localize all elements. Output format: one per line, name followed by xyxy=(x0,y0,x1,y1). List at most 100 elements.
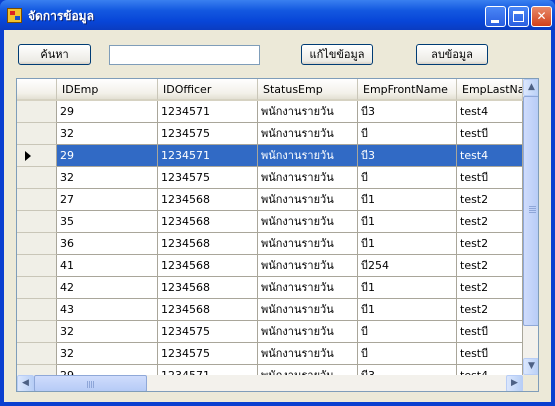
column-header[interactable]: EmpFrontName xyxy=(358,79,457,101)
table-row[interactable]: 32 1234575 พนักงานรายวัน บี testบี xyxy=(17,343,523,365)
column-header[interactable]: IDOfficer xyxy=(158,79,258,101)
table-cell[interactable]: พนักงานรายวัน xyxy=(258,321,358,343)
table-cell[interactable]: 32 xyxy=(57,321,158,343)
title-bar[interactable]: จัดการข้อมูล ✕ xyxy=(0,0,555,30)
table-row[interactable]: 32 1234575 พนักงานรายวัน บี testบี xyxy=(17,321,523,343)
scroll-right-icon[interactable]: ▶ xyxy=(506,375,523,391)
table-cell[interactable]: พนักงานรายวัน xyxy=(258,233,358,255)
table-cell[interactable]: 1234568 xyxy=(158,277,258,299)
table-row[interactable]: 291234571พนักงานรายวันบี3test4 xyxy=(17,101,523,123)
table-cell[interactable]: testบี xyxy=(457,123,523,145)
table-cell[interactable]: พนักงานรายวัน xyxy=(258,189,358,211)
row-header[interactable] xyxy=(17,255,57,277)
horizontal-scrollbar[interactable]: ◀ ▶ xyxy=(17,375,523,391)
table-row[interactable]: 35 1234568 พนักงานรายวัน บี1 test2 xyxy=(17,211,523,233)
table-cell[interactable]: 1234575 xyxy=(158,123,258,145)
table-cell[interactable]: test2 xyxy=(457,255,523,277)
table-cell[interactable]: 29 xyxy=(57,145,158,167)
table-cell[interactable]: บี1 xyxy=(358,189,457,211)
close-button[interactable]: ✕ xyxy=(531,6,552,27)
table-row[interactable]: 42 1234568 พนักงานรายวัน บี1 test2 xyxy=(17,277,523,299)
table-row[interactable]: 43 1234568 พนักงานรายวัน บี1 test2 xyxy=(17,299,523,321)
table-cell[interactable]: พนักงานรายวัน xyxy=(258,299,358,321)
table-cell[interactable]: พนักงานรายวัน xyxy=(258,211,358,233)
table-cell[interactable]: บี1 xyxy=(358,277,457,299)
row-header[interactable] xyxy=(17,233,57,255)
table-cell[interactable]: พนักงานรายวัน xyxy=(258,101,358,123)
table-cell[interactable]: 29 xyxy=(57,101,158,123)
table-row[interactable]: 27 1234568 พนักงานรายวัน บี1 test2 xyxy=(17,189,523,211)
table-cell[interactable]: 36 xyxy=(57,233,158,255)
table-cell[interactable]: 1234575 xyxy=(158,321,258,343)
table-cell[interactable]: 27 xyxy=(57,189,158,211)
horizontal-scroll-thumb[interactable] xyxy=(34,375,147,391)
table-cell[interactable]: test2 xyxy=(457,299,523,321)
vertical-scroll-thumb[interactable] xyxy=(523,96,538,326)
table-cell[interactable]: 32 xyxy=(57,123,158,145)
table-row[interactable]: 291234571พนักงานรายวันบี3test4 xyxy=(17,145,523,167)
table-cell[interactable]: test2 xyxy=(457,189,523,211)
row-header[interactable] xyxy=(17,211,57,233)
table-row[interactable]: 36 1234568 พนักงานรายวัน บี1 test2 xyxy=(17,233,523,255)
minimize-button[interactable] xyxy=(485,6,506,27)
table-cell[interactable]: บี1 xyxy=(358,299,457,321)
table-cell[interactable]: 1234575 xyxy=(158,167,258,189)
table-cell[interactable]: 1234571 xyxy=(158,145,258,167)
table-cell[interactable]: 1234571 xyxy=(158,101,258,123)
table-cell[interactable]: testบี xyxy=(457,167,523,189)
table-cell[interactable]: บี1 xyxy=(358,211,457,233)
table-cell[interactable]: บี xyxy=(358,343,457,365)
table-cell[interactable]: บี xyxy=(358,123,457,145)
table-cell[interactable]: พนักงานรายวัน xyxy=(258,343,358,365)
table-cell[interactable]: บี3 xyxy=(358,145,457,167)
edit-button[interactable]: แก้ไขข้อมูล xyxy=(301,44,373,65)
table-row[interactable]: 32 1234575 พนักงานรายวัน บี testบี xyxy=(17,167,523,189)
row-header[interactable] xyxy=(17,189,57,211)
row-header[interactable] xyxy=(17,343,57,365)
table-cell[interactable]: test2 xyxy=(457,277,523,299)
column-header[interactable]: EmpLastName xyxy=(457,79,523,101)
table-cell[interactable]: 1234568 xyxy=(158,189,258,211)
table-cell[interactable]: test4 xyxy=(457,145,523,167)
table-cell[interactable]: พนักงานรายวัน xyxy=(258,255,358,277)
column-header[interactable]: IDEmp xyxy=(57,79,158,101)
row-header[interactable] xyxy=(17,299,57,321)
table-cell[interactable]: test2 xyxy=(457,233,523,255)
table-cell[interactable]: 41 xyxy=(57,255,158,277)
search-button[interactable]: ค้นหา xyxy=(18,44,91,65)
table-cell[interactable]: 42 xyxy=(57,277,158,299)
row-header[interactable] xyxy=(17,167,57,189)
table-cell[interactable]: 1234568 xyxy=(158,211,258,233)
column-header[interactable]: StatusEmp xyxy=(258,79,358,101)
table-cell[interactable]: บี254 xyxy=(358,255,457,277)
table-cell[interactable]: พนักงานรายวัน xyxy=(258,145,358,167)
table-cell[interactable]: testบี xyxy=(457,343,523,365)
table-cell[interactable]: บี xyxy=(358,167,457,189)
table-cell[interactable]: 32 xyxy=(57,167,158,189)
maximize-button[interactable] xyxy=(508,6,529,27)
table-cell[interactable]: test4 xyxy=(457,101,523,123)
table-cell[interactable]: 32 xyxy=(57,343,158,365)
delete-button[interactable]: ลบข้อมูล xyxy=(416,44,488,65)
table-cell[interactable]: test2 xyxy=(457,211,523,233)
table-cell[interactable]: testบี xyxy=(457,321,523,343)
scroll-left-icon[interactable]: ◀ xyxy=(17,375,34,391)
vertical-scrollbar[interactable]: ▲ ▼ xyxy=(523,79,538,375)
scroll-down-icon[interactable]: ▼ xyxy=(523,358,538,375)
scroll-up-icon[interactable]: ▲ xyxy=(523,79,538,96)
table-row[interactable]: 41 1234568 พนักงานรายวัน บี254 test2 xyxy=(17,255,523,277)
row-header[interactable] xyxy=(17,277,57,299)
search-input[interactable] xyxy=(109,45,260,65)
table-row[interactable]: 32 1234575 พนักงานรายวัน บี testบี xyxy=(17,123,523,145)
table-cell[interactable]: 43 xyxy=(57,299,158,321)
table-cell[interactable]: 1234568 xyxy=(158,299,258,321)
table-cell[interactable]: 35 xyxy=(57,211,158,233)
row-header[interactable] xyxy=(17,145,57,167)
table-cell[interactable]: บี xyxy=(358,321,457,343)
table-cell[interactable]: บี1 xyxy=(358,233,457,255)
table-cell[interactable]: 1234568 xyxy=(158,255,258,277)
row-header[interactable] xyxy=(17,123,57,145)
table-cell[interactable]: พนักงานรายวัน xyxy=(258,167,358,189)
table-cell[interactable]: พนักงานรายวัน xyxy=(258,277,358,299)
data-grid[interactable]: IDEmp IDOfficer StatusEmp EmpFrontName EmpLa… xyxy=(16,78,539,392)
